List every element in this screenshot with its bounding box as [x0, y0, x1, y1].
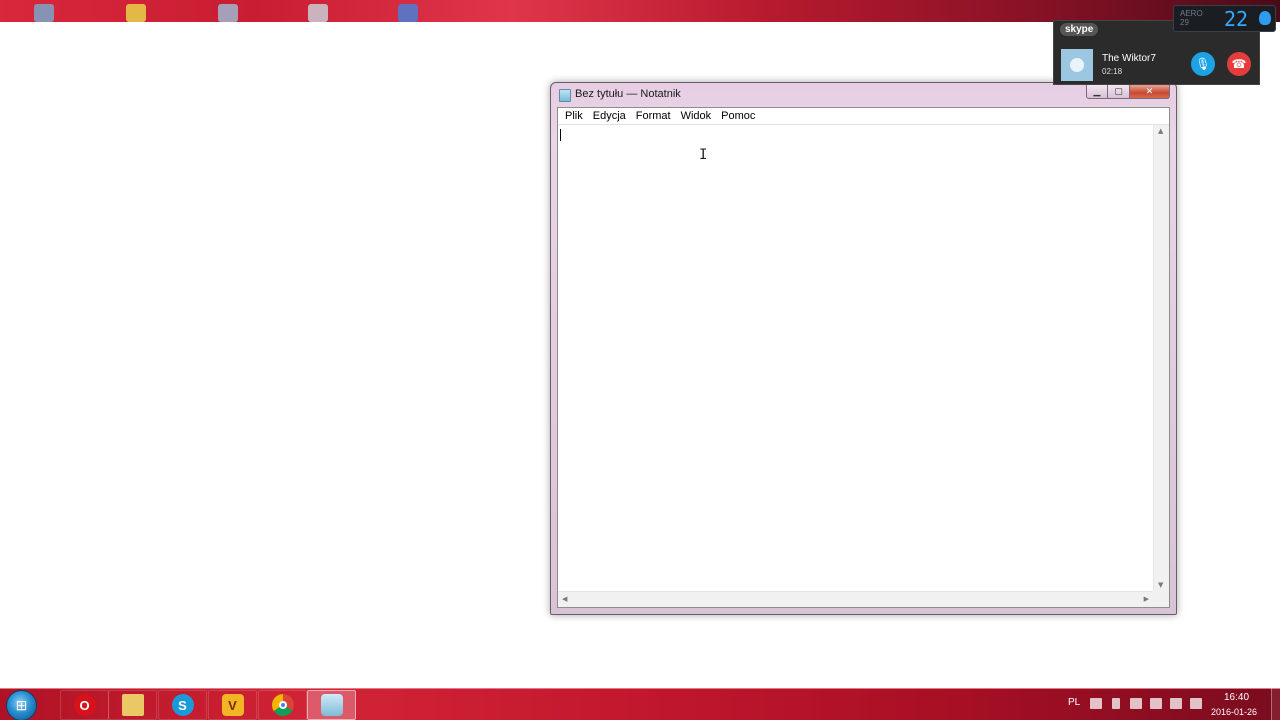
taskbar-explorer[interactable] — [108, 690, 157, 720]
notepad-icon[interactable] — [559, 89, 571, 102]
size-grip[interactable] — [1153, 591, 1169, 607]
windows-flag-icon[interactable] — [1130, 698, 1142, 709]
avatar — [1061, 49, 1093, 81]
title-bar[interactable]: Bez tytułu — Notatnik ▁ ▢ ✕ — [551, 83, 1176, 107]
scroll-left-icon[interactable]: ◀ — [562, 595, 567, 603]
minimize-button[interactable]: ▁ — [1086, 84, 1108, 99]
window-title: Bez tytułu — Notatnik — [575, 88, 681, 100]
taskbar-notepad[interactable] — [307, 690, 356, 720]
contact-name: The Wiktor7 — [1102, 53, 1156, 64]
taskbar-vegas[interactable]: V — [208, 690, 257, 720]
widget-label: AERO — [1180, 9, 1203, 18]
start-button[interactable]: ⊞ — [6, 690, 37, 720]
menu-plik[interactable]: Plik — [560, 110, 588, 122]
microphone-button[interactable]: 🎙 — [1191, 52, 1215, 76]
taskbar-opera[interactable]: O — [60, 690, 109, 720]
keyboard-icon[interactable] — [1090, 698, 1102, 709]
notepad-client-area: Plik Edycja Format Widok Pomoc I ▲ ▼ ◀ ▶ — [557, 107, 1170, 608]
bird-icon — [1259, 11, 1271, 25]
folder-icon — [121, 694, 144, 716]
vertical-scrollbar[interactable]: ▲ ▼ — [1153, 125, 1169, 591]
text-edit-area[interactable] — [558, 125, 1153, 591]
skype-logo: skype — [1060, 23, 1099, 36]
menu-edycja[interactable]: Edycja — [588, 110, 631, 122]
language-indicator[interactable]: PL — [1068, 697, 1080, 708]
show-desktop-button[interactable] — [1271, 688, 1280, 720]
menu-pomoc[interactable]: Pomoc — [716, 110, 760, 122]
widget-small-value: 29 — [1180, 18, 1189, 27]
action-center-icon[interactable] — [1150, 698, 1162, 709]
network-icon[interactable] — [1170, 698, 1182, 709]
temperature-widget[interactable]: AERO 29 22 — [1173, 5, 1276, 32]
text-caret — [560, 129, 561, 141]
close-button[interactable]: ✕ — [1130, 84, 1170, 99]
window-controls: ▁ ▢ ✕ — [1086, 84, 1170, 99]
hang-up-button[interactable]: ☎ — [1227, 52, 1251, 76]
menu-format[interactable]: Format — [631, 110, 676, 122]
clock-date[interactable]: 2016-01-26 — [1211, 707, 1257, 717]
maximize-button[interactable]: ▢ — [1108, 84, 1130, 99]
widget-small-readout: AERO 29 — [1180, 9, 1203, 27]
clock-time[interactable]: 16:40 — [1224, 692, 1249, 703]
desktop-icon[interactable] — [308, 4, 328, 22]
horizontal-scrollbar[interactable]: ◀ ▶ — [558, 591, 1153, 607]
opera-icon: O — [73, 694, 96, 716]
scroll-up-icon[interactable]: ▲ — [1158, 127, 1163, 135]
vegas-icon: V — [221, 694, 244, 716]
desktop-icon[interactable] — [398, 4, 418, 22]
desktop-icon[interactable] — [34, 4, 54, 22]
taskbar-skype[interactable]: S — [158, 690, 207, 720]
scroll-right-icon[interactable]: ▶ — [1144, 595, 1149, 603]
call-duration: 02:18 — [1102, 67, 1123, 76]
notepad-icon — [320, 694, 343, 716]
skype-icon: S — [171, 694, 194, 716]
show-hidden-icons-icon[interactable] — [1112, 698, 1120, 709]
scroll-down-icon[interactable]: ▼ — [1158, 581, 1163, 589]
desktop-icon[interactable] — [218, 4, 238, 22]
ibeam-cursor-icon: I — [699, 147, 708, 163]
notepad-window: Bez tytułu — Notatnik ▁ ▢ ✕ Plik Edycja … — [550, 82, 1177, 615]
widget-big-value: 22 — [1224, 7, 1249, 31]
chrome-icon — [271, 694, 294, 716]
desktop-icon[interactable] — [126, 4, 146, 22]
taskbar-chrome[interactable] — [258, 690, 307, 720]
menu-widok[interactable]: Widok — [676, 110, 717, 122]
taskbar: ⊞ O S V — [0, 688, 1280, 720]
volume-icon[interactable] — [1190, 698, 1202, 709]
menu-bar: Plik Edycja Format Widok Pomoc — [558, 108, 1169, 125]
desktop-wallpaper-strip — [0, 0, 1280, 22]
